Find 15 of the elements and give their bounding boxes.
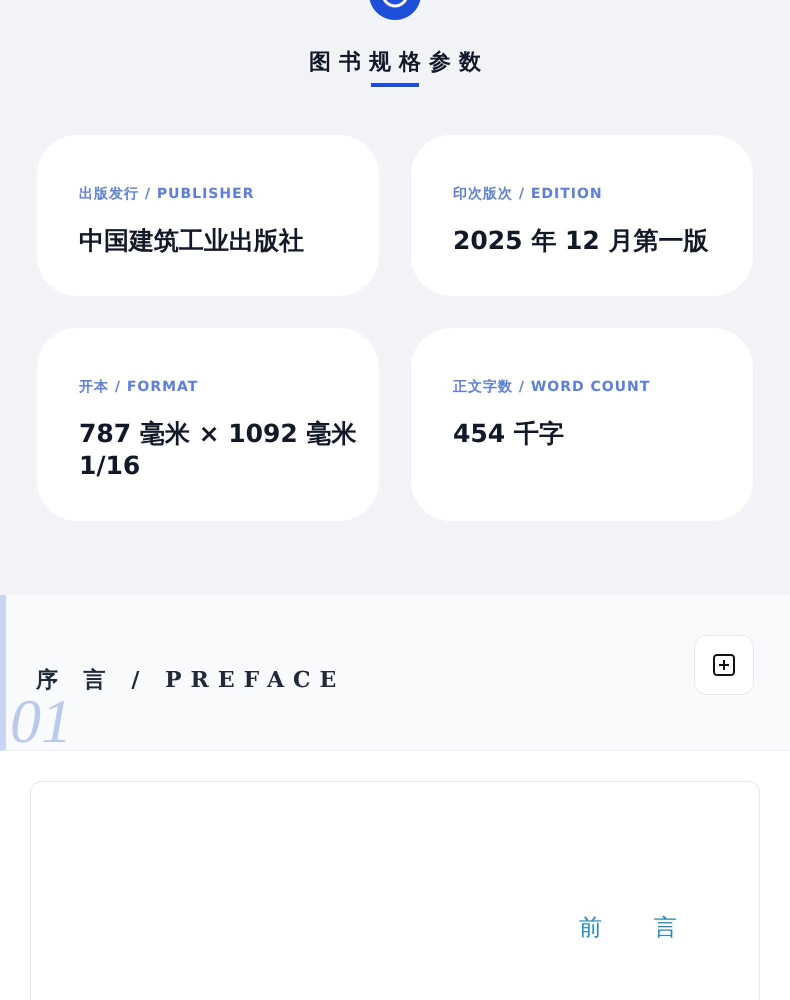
section-number: 01 <box>10 697 72 747</box>
badge-icon <box>369 0 421 20</box>
spec-value: 2025 年 12 月第一版 <box>453 225 710 257</box>
spec-value: 787 毫米 × 1092 毫米 1/16 <box>79 418 358 482</box>
spec-label: 印次版次 / EDITION <box>453 185 604 203</box>
spec-label: 开本 / FORMAT <box>79 378 200 396</box>
section-title: 图书规格参数 <box>308 49 489 77</box>
preface-title: 序 言 / PREFACE <box>36 666 346 694</box>
preface-heading: 前 言 <box>579 914 680 943</box>
spec-label: 正文字数 / WORD COUNT <box>453 378 652 396</box>
spec-label: 出版发行 / PUBLISHER <box>79 185 256 203</box>
plus-square-icon <box>711 652 737 678</box>
expand-button[interactable] <box>694 634 754 694</box>
spec-value: 454 千字 <box>453 418 565 450</box>
spec-value: 中国建筑工业出版社 <box>79 225 305 257</box>
